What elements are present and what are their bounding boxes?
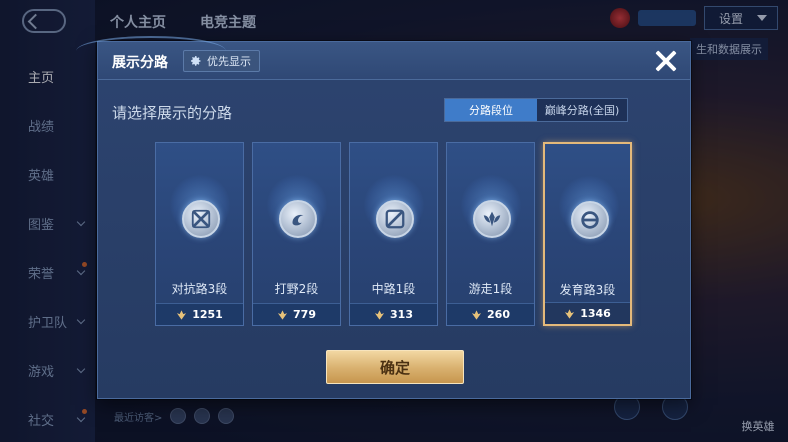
lane-score: 260 — [447, 303, 534, 325]
lane-label: 发育路3段 — [559, 283, 616, 297]
close-icon[interactable] — [652, 48, 678, 74]
gear-icon — [191, 56, 201, 66]
lane-score: 1251 — [156, 303, 243, 325]
lane-card-roam[interactable]: 游走1段 260 — [446, 142, 535, 326]
jungle-swirl-icon — [279, 200, 317, 238]
lane-cards: 对抗路3段 1251 打野2段 779 中路1段 313 游走1段 260 发育… — [155, 142, 632, 326]
select-lane-prompt: 请选择展示的分路 — [112, 104, 233, 122]
mid-lane-icon — [376, 200, 414, 238]
score-wings-icon — [565, 308, 575, 319]
lane-score: 313 — [350, 303, 437, 325]
score-wings-icon — [177, 309, 187, 320]
lane-card-mid[interactable]: 中路1段 313 — [349, 142, 438, 326]
lane-card-top[interactable]: 对抗路3段 1251 — [155, 142, 244, 326]
dialog-header: 展示分路 优先显示 — [76, 36, 690, 80]
lane-display-dialog: 展示分路 优先显示 请选择展示的分路 分路段位 巅峰分路(全国) 对抗路3段 1… — [76, 36, 691, 399]
lane-score-value: 313 — [390, 308, 413, 321]
priority-display-button[interactable]: 优先显示 — [183, 50, 260, 72]
priority-display-label: 优先显示 — [207, 55, 251, 68]
tab-lane-rank[interactable]: 分路段位 — [445, 99, 537, 121]
lane-score-value: 779 — [293, 308, 316, 321]
lane-card-jungle[interactable]: 打野2段 779 — [252, 142, 341, 326]
confirm-button[interactable]: 确定 — [326, 350, 464, 384]
tab-peak-lane-national[interactable]: 巅峰分路(全国) — [537, 99, 627, 121]
lane-card-farm[interactable]: 发育路3段 1346 — [543, 142, 632, 326]
roam-wings-icon — [473, 200, 511, 238]
lane-label: 中路1段 — [371, 282, 416, 296]
lane-score: 1346 — [545, 302, 630, 324]
lane-score-value: 1346 — [580, 307, 611, 320]
dialog-title: 展示分路 — [112, 55, 168, 71]
lane-label: 对抗路3段 — [171, 282, 228, 296]
crossed-swords-icon — [182, 200, 220, 238]
score-wings-icon — [277, 309, 288, 320]
score-wings-icon — [374, 309, 385, 320]
lane-score: 779 — [253, 303, 340, 325]
score-wings-icon — [471, 309, 482, 320]
lane-label: 打野2段 — [274, 282, 319, 296]
rank-type-toggle: 分路段位 巅峰分路(全国) — [444, 98, 628, 122]
farm-lane-icon — [571, 201, 609, 239]
lane-label: 游走1段 — [468, 282, 513, 296]
lane-score-value: 260 — [487, 308, 510, 321]
lane-score-value: 1251 — [192, 308, 223, 321]
